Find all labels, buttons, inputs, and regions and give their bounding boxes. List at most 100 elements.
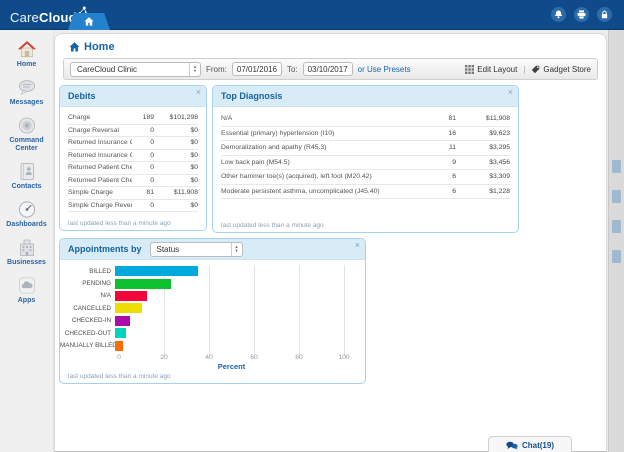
bell-icon[interactable]	[551, 7, 566, 22]
page-edge-artifact	[612, 220, 621, 233]
edit-layout-button[interactable]: Edit Layout	[465, 65, 517, 74]
to-label: To:	[287, 65, 298, 74]
debits-panel-title: Debits	[68, 91, 96, 101]
appointments-panel-title: Appointments by	[68, 244, 142, 254]
sidebar-item-label: Businesses	[7, 259, 46, 267]
table-row: N/A81$11,908	[221, 112, 510, 127]
row-label: Charge Reversal	[68, 127, 132, 134]
command-center-icon	[17, 116, 37, 135]
table-row: Other hammer toe(s) (acquired), left foo…	[221, 170, 510, 185]
close-icon[interactable]: ×	[508, 88, 513, 97]
sidebar-item-apps[interactable]: Apps	[0, 276, 53, 305]
close-icon[interactable]: ×	[196, 88, 201, 97]
page-edge-strip	[608, 30, 624, 452]
chat-icon	[506, 441, 518, 450]
tab-home[interactable]	[68, 13, 110, 30]
chat-tab[interactable]: Chat(19)	[488, 436, 572, 452]
bar-label: CHECKED-IN	[60, 317, 115, 324]
bar-track	[115, 279, 340, 289]
businesses-icon	[17, 238, 37, 257]
lock-icon[interactable]	[597, 7, 612, 22]
use-presets-link[interactable]: or Use Presets	[358, 65, 411, 74]
bar-label: MANUALLY BILLED	[60, 342, 115, 349]
row-label: Charge	[68, 114, 132, 121]
sidebar-item-dashboards[interactable]: Dashboards	[0, 200, 53, 229]
to-date-input[interactable]: 03/10/2017	[303, 62, 353, 76]
row-amount: $3,309	[456, 173, 510, 180]
clinic-select[interactable]: CareCloud Clinic ▲▼	[70, 62, 201, 77]
table-row: Charge Reversal0$0	[68, 125, 198, 138]
table-row: Returned Insurance Check0$0	[68, 137, 198, 150]
bar-label: CHECKED-OUT	[60, 330, 115, 337]
bar-row: CHECKED-OUT	[60, 327, 365, 339]
row-count: 6	[416, 173, 456, 180]
sidebar-item-label: Command Center	[4, 137, 50, 153]
print-icon[interactable]	[574, 7, 589, 22]
axis-tick: 60	[250, 354, 258, 361]
table-row: Low back pain (M54.5)9$3,456	[221, 156, 510, 171]
debits-table: Charge189$101,298Charge Reversal0$0Retur…	[68, 112, 198, 212]
topbar-icon-group	[551, 7, 612, 22]
sidebar-item-home[interactable]: Home	[0, 40, 53, 69]
stepper-icon: ▲▼	[189, 63, 200, 76]
table-row: Returned Insurance Check Reversal0$0	[68, 150, 198, 163]
gadget-store-label: Gadget Store	[543, 65, 591, 74]
row-label: N/A	[221, 115, 416, 122]
sidebar-item-contacts[interactable]: Contacts	[0, 162, 53, 191]
axis-tick: 100	[338, 354, 349, 361]
bar-track	[115, 266, 340, 276]
tag-icon	[531, 65, 540, 74]
bar-track	[115, 341, 340, 351]
page-edge-artifact	[612, 160, 621, 173]
sidebar-item-messages[interactable]: Messages	[0, 78, 53, 107]
row-amount: $3,295	[456, 144, 510, 151]
from-label: From:	[206, 65, 227, 74]
row-amount: $3,456	[456, 159, 510, 166]
sidebar: Home Messages Command Center Contacts Da…	[0, 30, 54, 452]
row-count: 81	[416, 115, 456, 122]
table-row: Simple Charge81$11,908	[68, 187, 198, 200]
row-label: Other hammer toe(s) (acquired), left foo…	[221, 173, 416, 180]
debits-panel-header: Debits	[60, 86, 206, 107]
bar-chart: BILLEDPENDINGN/ACANCELLEDCHECKED-INCHECK…	[60, 265, 365, 371]
row-count: 0	[132, 127, 154, 134]
row-amount: $11,908	[154, 189, 198, 196]
sidebar-item-command-center[interactable]: Command Center	[0, 116, 53, 153]
row-count: 189	[132, 114, 154, 121]
page-edge-artifact	[612, 250, 621, 263]
clinic-select-value: CareCloud Clinic	[71, 65, 189, 74]
row-amount: $0	[154, 139, 198, 146]
from-date-input[interactable]: 07/01/2016	[232, 62, 282, 76]
row-amount: $0	[154, 164, 198, 171]
sidebar-item-businesses[interactable]: Businesses	[0, 238, 53, 267]
row-amount: $1,228	[456, 188, 510, 195]
home-icon	[84, 17, 94, 26]
messages-icon	[17, 78, 37, 97]
separator: |	[523, 65, 525, 74]
close-icon[interactable]: ×	[355, 241, 360, 250]
gadget-store-button[interactable]: Gadget Store	[531, 65, 591, 74]
sidebar-item-label: Home	[17, 61, 36, 69]
bar-row: N/A	[60, 290, 365, 302]
row-count: 0	[132, 177, 154, 184]
appointments-group-select-value: Status	[151, 245, 231, 254]
stepper-icon: ▲▼	[231, 243, 242, 256]
axis-tick: 0	[117, 354, 121, 361]
appointments-group-select[interactable]: Status ▲▼	[150, 242, 243, 257]
axis-label: Percent	[119, 362, 344, 371]
bar	[115, 266, 198, 276]
table-row: Returned Patient Check Reversal0$0	[68, 175, 198, 188]
row-label: Returned Patient Check Reversal	[68, 177, 132, 184]
bar-label: CANCELLED	[60, 305, 115, 312]
row-count: 0	[132, 164, 154, 171]
axis-tick: 20	[160, 354, 168, 361]
table-row: Demoralization and apathy (R45.3)11$3,29…	[221, 141, 510, 156]
row-label: Demoralization and apathy (R45.3)	[221, 144, 416, 151]
row-amount: $0	[154, 127, 198, 134]
top-diagnosis-panel-title: Top Diagnosis	[221, 91, 282, 101]
bar	[115, 341, 123, 351]
sidebar-item-label: Contacts	[12, 183, 42, 191]
row-amount: $0	[154, 177, 198, 184]
row-label: Simple Charge Reversal	[68, 202, 132, 209]
chart-rows: BILLEDPENDINGN/ACANCELLEDCHECKED-INCHECK…	[60, 265, 365, 352]
